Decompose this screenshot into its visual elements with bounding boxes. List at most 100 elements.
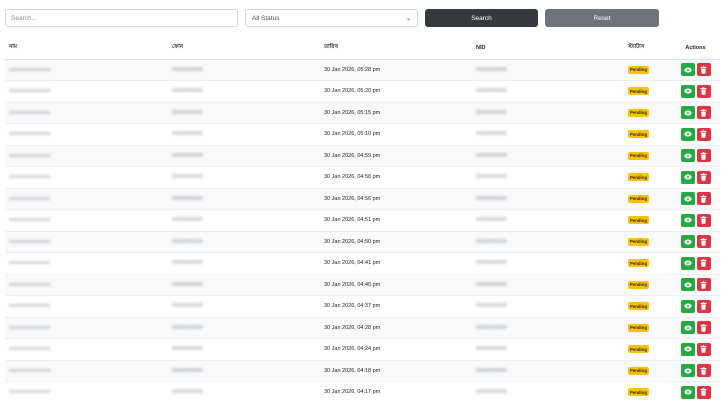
actions-cell xyxy=(671,381,720,400)
nid-cell: 0000000000 xyxy=(472,209,624,232)
delete-button[interactable] xyxy=(696,63,711,77)
view-button[interactable] xyxy=(680,235,695,249)
date-cell: 30 Jan 2026, 05:10 pm xyxy=(320,123,472,146)
status-badge: Pending xyxy=(628,280,649,289)
actions-cell xyxy=(671,188,720,210)
search-button[interactable]: Search xyxy=(425,9,538,27)
delete-button[interactable] xyxy=(696,385,711,399)
delete-button[interactable] xyxy=(696,278,711,292)
status-badge: Pending xyxy=(628,87,649,96)
trash-icon xyxy=(700,216,707,224)
redacted-nid: 0000000000 xyxy=(476,66,507,73)
redacted-nid: 0000000000 xyxy=(476,260,507,267)
view-button[interactable] xyxy=(680,364,695,378)
view-button[interactable] xyxy=(680,192,695,206)
view-button[interactable] xyxy=(680,299,695,313)
status-cell: Pending xyxy=(624,274,671,296)
table-row: xxxxxxxxxxxxxxx 0000000000 30 Jan 2026, … xyxy=(5,59,720,81)
redacted-name: xxxxxxxxxxxxxxx xyxy=(9,66,51,73)
delete-button[interactable] xyxy=(696,170,711,184)
delete-button[interactable] xyxy=(696,149,711,163)
column-header-phone: ফোন xyxy=(168,38,320,60)
view-button[interactable] xyxy=(680,63,695,77)
status-cell: Pending xyxy=(624,252,671,275)
view-button[interactable] xyxy=(680,149,695,163)
table-row: xxxxxxxxxxxxxxx 0000000000 30 Jan 2026, … xyxy=(5,317,720,339)
view-button[interactable] xyxy=(680,213,695,227)
view-button[interactable] xyxy=(680,278,695,292)
status-badge: Pending xyxy=(628,388,649,397)
redacted-phone: 0000000000 xyxy=(172,303,203,310)
view-button[interactable] xyxy=(680,321,695,335)
phone-cell: 0000000000 xyxy=(168,317,320,339)
delete-button[interactable] xyxy=(696,127,711,141)
view-button[interactable] xyxy=(680,84,695,98)
eye-icon xyxy=(683,303,692,309)
delete-button[interactable] xyxy=(696,235,711,249)
phone-cell: 0000000000 xyxy=(168,80,320,103)
actions-cell xyxy=(671,231,720,253)
name-cell: xxxxxxxxxxxxxxx xyxy=(5,231,168,253)
redacted-name: xxxxxxxxxxxxxxx xyxy=(9,152,51,159)
phone-cell: 0000000000 xyxy=(168,209,320,232)
name-cell: xxxxxxxxxxxxxxx xyxy=(5,295,168,318)
status-cell: Pending xyxy=(624,338,671,361)
table-row: xxxxxxxxxxxxxxx 0000000000 30 Jan 2026, … xyxy=(5,274,720,296)
eye-icon xyxy=(683,282,692,288)
delete-button[interactable] xyxy=(696,299,711,313)
view-button[interactable] xyxy=(680,170,695,184)
phone-cell: 0000000000 xyxy=(168,102,320,124)
delete-button[interactable] xyxy=(696,106,711,120)
delete-button[interactable] xyxy=(696,84,711,98)
nid-cell: 0000000000 xyxy=(472,188,624,210)
eye-icon xyxy=(683,67,692,73)
actions-cell xyxy=(671,59,720,81)
nid-cell: 0000000000 xyxy=(472,145,624,167)
view-button[interactable] xyxy=(680,342,695,356)
trash-icon xyxy=(700,195,707,203)
trash-icon xyxy=(700,130,707,138)
applications-table: নাম ফোন তারিখ NID স্ট্যাটাস Actions xxxx… xyxy=(5,38,720,400)
reset-button[interactable]: Reset xyxy=(545,9,659,27)
delete-button[interactable] xyxy=(696,256,711,270)
nid-cell: 0000000000 xyxy=(472,295,624,318)
nid-cell: 0000000000 xyxy=(472,381,624,400)
phone-cell: 0000000000 xyxy=(168,274,320,296)
date-cell: 30 Jan 2026, 04:59 pm xyxy=(320,145,472,167)
redacted-nid: 0000000000 xyxy=(476,324,507,331)
name-cell: xxxxxxxxxxxxxxx xyxy=(5,381,168,400)
name-cell: xxxxxxxxxxxxxxx xyxy=(5,123,168,146)
nid-cell: 0000000000 xyxy=(472,231,624,253)
eye-icon xyxy=(683,239,692,245)
nid-cell: 0000000000 xyxy=(472,252,624,275)
view-button[interactable] xyxy=(680,127,695,141)
redacted-name: xxxxxxxxxxxxxxx xyxy=(9,346,51,353)
date-cell: 30 Jan 2026, 04:40 pm xyxy=(320,274,472,296)
status-badge: Pending xyxy=(628,151,649,160)
status-badge: Pending xyxy=(628,65,649,74)
delete-button[interactable] xyxy=(696,364,711,378)
delete-button[interactable] xyxy=(696,213,711,227)
actions-cell xyxy=(671,360,720,382)
status-cell: Pending xyxy=(624,295,671,318)
eye-icon xyxy=(683,110,692,116)
search-input[interactable] xyxy=(5,9,238,27)
table-header-row: নাম ফোন তারিখ NID স্ট্যাটাস Actions xyxy=(5,38,720,60)
name-cell: xxxxxxxxxxxxxxx xyxy=(5,80,168,103)
redacted-name: xxxxxxxxxxxxxxx xyxy=(9,131,51,138)
delete-button[interactable] xyxy=(696,192,711,206)
actions-cell xyxy=(671,80,720,103)
name-cell: xxxxxxxxxxxxxxx xyxy=(5,338,168,361)
redacted-name: xxxxxxxxxxxxxxx xyxy=(9,389,51,396)
status-badge: Pending xyxy=(628,345,649,354)
table-row: xxxxxxxxxxxxxxx 0000000000 30 Jan 2026, … xyxy=(5,209,720,232)
redacted-phone: 0000000000 xyxy=(172,131,203,138)
status-badge: Pending xyxy=(628,130,649,139)
delete-button[interactable] xyxy=(696,321,711,335)
status-filter-select[interactable]: All Status ⌄ xyxy=(245,9,418,27)
delete-button[interactable] xyxy=(696,342,711,356)
view-button[interactable] xyxy=(680,106,695,120)
name-cell: xxxxxxxxxxxxxxx xyxy=(5,188,168,210)
view-button[interactable] xyxy=(680,256,695,270)
view-button[interactable] xyxy=(680,385,695,399)
